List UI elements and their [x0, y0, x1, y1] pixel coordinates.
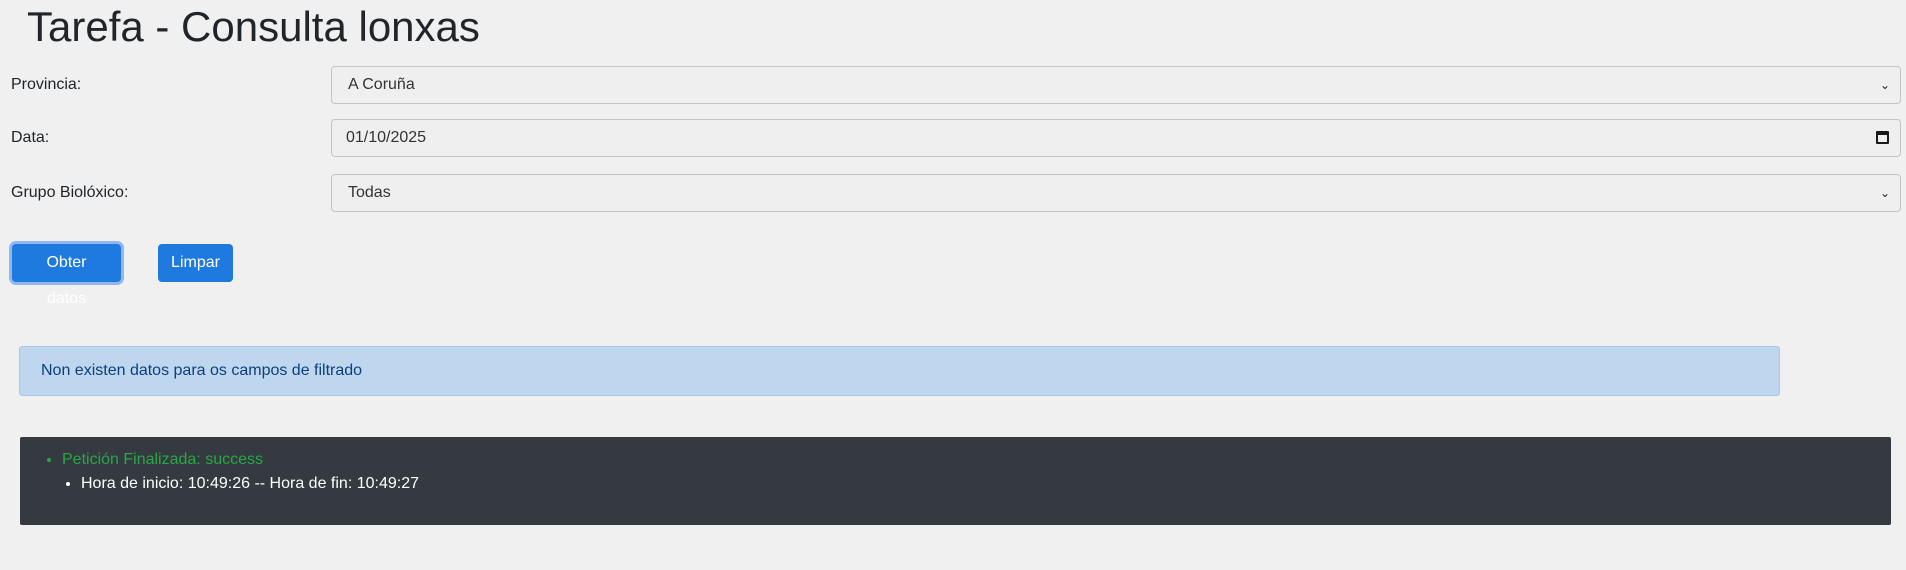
log-detail-text: Hora de inicio: 10:49:26 -- Hora de fin:… — [81, 475, 419, 492]
date-input[interactable]: 01/10/2025 — [331, 119, 1901, 157]
grupo-label: Grupo Biolóxico: — [11, 184, 129, 201]
chevron-down-icon: ⌄ — [1879, 78, 1890, 92]
grupo-select[interactable]: Todas ⌄ — [331, 174, 1901, 212]
log-detail-item: Hora de inicio: 10:49:26 -- Hora de fin:… — [81, 472, 419, 496]
provincia-select[interactable]: A Coruña ⌄ — [331, 66, 1901, 104]
page-title: Tarefa - Consulta lonxas — [27, 3, 480, 50]
info-alert: Non existen datos para os campos de filt… — [19, 346, 1780, 396]
alert-message: Non existen datos para os campos de filt… — [41, 362, 363, 379]
log-sublist: Hora de inicio: 10:49:26 -- Hora de fin:… — [62, 472, 419, 496]
grupo-selected-value: Todas — [348, 184, 391, 201]
log-list: Petición Finalizada: success Hora de ini… — [20, 448, 419, 496]
calendar-icon[interactable] — [1876, 131, 1889, 144]
data-row: Data: 01/10/2025 — [0, 119, 1906, 157]
chevron-down-icon: ⌄ — [1879, 186, 1890, 200]
provincia-label: Provincia: — [11, 76, 82, 93]
grupo-row: Grupo Biolóxico: Todas ⌄ — [0, 174, 1906, 212]
data-label: Data: — [11, 129, 50, 146]
log-panel: Petición Finalizada: success Hora de ini… — [20, 437, 1891, 525]
log-status-item: Petición Finalizada: success Hora de ini… — [62, 448, 419, 496]
log-status-text: Petición Finalizada: success — [62, 451, 263, 468]
provincia-selected-value: A Coruña — [348, 76, 415, 93]
provincia-row: Provincia: A Coruña ⌄ — [0, 66, 1906, 104]
date-value: 01/10/2025 — [346, 129, 427, 146]
limpar-button[interactable]: Limpar — [158, 244, 233, 282]
obter-datos-button[interactable]: Obter datos — [12, 244, 121, 307]
